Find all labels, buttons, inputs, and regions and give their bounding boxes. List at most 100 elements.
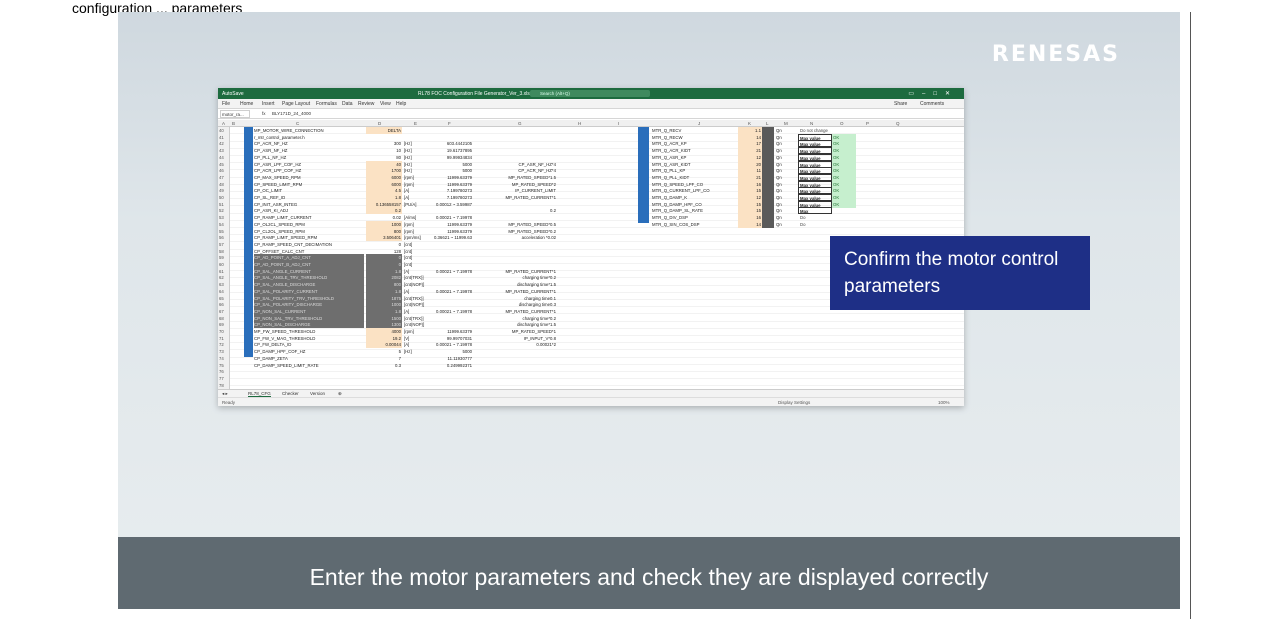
qformat-name-cell[interactable]: MTR_Q_CURRENT_LPF_CO (652, 188, 710, 193)
macro-cell[interactable]: CP_CL2OL_SPEED_RPM (254, 229, 305, 234)
unit-cell[interactable]: [cnt] (404, 262, 412, 267)
note-cell[interactable]: 0.00021 ~ 7.19978 (426, 309, 472, 314)
formula-note-cell[interactable]: MP_RATED_SPEED*0.5 (476, 222, 556, 227)
macro-cell[interactable]: CP_DAMP_SPEED_LIMIT_RATE (254, 363, 319, 368)
column-header[interactable]: P (866, 121, 869, 126)
formula-note-cell[interactable]: MP_RATED_CURRENT*1 (476, 269, 556, 274)
macro-cell[interactable]: r_mtr_control_parameter.h (254, 135, 305, 140)
formula-note-cell[interactable]: MP_RATED_CURRENT*1 (476, 195, 556, 200)
unit-cell[interactable]: [A] (404, 195, 409, 200)
function-icon[interactable]: fx (262, 111, 266, 116)
unit-cell[interactable]: [rpm] (404, 229, 414, 234)
unit-cell[interactable]: [Hz] (404, 148, 412, 153)
column-header[interactable]: A (222, 121, 225, 126)
qformat-name-cell[interactable]: MTR_Q_DAMP_HPF_CO (652, 202, 702, 207)
tab-formulas[interactable]: Formulas (316, 101, 337, 107)
note-cell[interactable]: 5000 (426, 168, 472, 173)
qformat-value-cell[interactable]: 14 (738, 220, 762, 228)
column-header[interactable]: M (784, 121, 788, 126)
formula-note-cell[interactable]: charging time*0.2 (476, 275, 556, 280)
unit-cell[interactable]: [cnt] (404, 249, 412, 254)
unit-cell[interactable]: [cnt(TRX)] (404, 275, 424, 280)
macro-cell[interactable]: CP_DAMP_ZETA (254, 356, 288, 361)
macro-cell[interactable]: CP_FW_V_MAG_THRESHOLD (254, 336, 315, 341)
qformat-name-cell[interactable]: MTR_Q_PLL_KP (652, 168, 685, 173)
macro-cell[interactable]: CP_OC_LIMIT (254, 188, 282, 193)
unit-cell[interactable]: [rpm] (404, 175, 414, 180)
tab-file[interactable]: File (222, 101, 230, 107)
unit-cell[interactable]: [rpm/ms] (404, 235, 421, 240)
formula-note-cell[interactable]: discharging time0.3 (476, 302, 556, 307)
column-header[interactable]: C (296, 121, 299, 126)
unit-cell[interactable]: [cnt(NOP)] (404, 322, 424, 327)
macro-cell[interactable]: CP_SL_REF_ID (254, 195, 285, 200)
qformat-name-cell[interactable]: MTR_Q_SPEED_LPF_CO (652, 182, 703, 187)
column-header[interactable]: O (840, 121, 844, 126)
unit-cell[interactable]: [Hz] (404, 155, 412, 160)
macro-cell[interactable]: CP_PLL_NF_HZ (254, 155, 286, 160)
note-cell[interactable]: 0.00021 ~ 7.19978 (426, 215, 472, 220)
qformat-name-cell[interactable]: MTR_Q_SIN_COS_DSP (652, 222, 700, 227)
macro-cell[interactable]: CP_OL2CL_SPEED_RPM (254, 222, 305, 227)
sheet-tab-version[interactable]: Version (310, 391, 325, 396)
column-header[interactable]: D (378, 121, 381, 126)
macro-cell[interactable]: CP_ASR_NF_HZ (254, 148, 287, 153)
macro-cell[interactable]: CP_ASR_LPF_COF_HZ (254, 162, 301, 167)
column-header[interactable]: I (618, 121, 619, 126)
note-cell[interactable]: 0.00021 ~ 7.19978 (426, 342, 472, 347)
note-cell[interactable]: 99.99934834 (426, 155, 472, 160)
tab-data[interactable]: Data (342, 101, 353, 107)
autosave-toggle[interactable]: AutoSave (222, 91, 244, 97)
note-cell[interactable]: 0.00021 ~ 7.19978 (426, 289, 472, 294)
unit-cell[interactable]: [A] (404, 269, 409, 274)
macro-cell[interactable]: CP_RAMP_LIMIT_CURRENT (254, 215, 312, 220)
unit-cell[interactable]: [Hz] (404, 168, 412, 173)
unit-cell[interactable]: [PU/A] (404, 202, 416, 207)
note-cell[interactable]: 11.11930777 (426, 356, 472, 361)
share-button[interactable]: Share (894, 101, 907, 107)
note-cell[interactable]: 7.199780273 (426, 188, 472, 193)
tab-home[interactable]: Home (240, 101, 253, 107)
formula-note-cell[interactable]: charging time*0.2 (476, 316, 556, 321)
unit-cell[interactable]: [cnt(NOP)] (404, 282, 424, 287)
note-cell[interactable]: 11999.63379 (426, 222, 472, 227)
column-header[interactable]: H (578, 121, 581, 126)
formula-note-cell[interactable]: MP_RATED_CURRENT*1 (476, 309, 556, 314)
column-header[interactable]: L (766, 121, 769, 126)
formula-input[interactable]: BLY171D_24_4000 (272, 111, 311, 116)
note-cell[interactable]: 19.61737895 (426, 148, 472, 153)
qformat-name-cell[interactable]: MTR_Q_ACR_KP (652, 141, 687, 146)
formula-note-cell[interactable]: MP_RATED_SPEED*1 (476, 329, 556, 334)
note-cell[interactable]: 0.00021 ~ 7.19978 (426, 269, 472, 274)
macro-cell[interactable]: CP_DAMP_HPF_COF_HZ (254, 349, 305, 354)
macro-cell[interactable]: CP_OFFSET_CALC_CNT (254, 249, 304, 254)
macro-cell[interactable]: CP_ASR_KI_ADJ (254, 208, 288, 213)
macro-cell[interactable]: CP_ACR_LPF_COF_HZ (254, 168, 301, 173)
tab-review[interactable]: Review (358, 101, 374, 107)
display-settings[interactable]: Display Settings (778, 400, 810, 405)
note-cell[interactable]: 5000 (426, 162, 472, 167)
macro-cell[interactable]: CP_SPEED_LIMIT_RPM (254, 182, 302, 187)
note-cell[interactable]: 99.99707031 (426, 336, 472, 341)
formula-note-cell[interactable]: CP_ACR_NF_HZ*4 (476, 168, 556, 173)
macro-cell[interactable]: CP_ACR_NF_HZ (254, 141, 288, 146)
tab-help[interactable]: Help (396, 101, 406, 107)
note-cell[interactable]: 11999.63379 (426, 182, 472, 187)
formula-note-cell[interactable]: MP_RATED_SPEED*2 (476, 182, 556, 187)
qformat-name-cell[interactable]: MTR_Q_ASR_KIDT (652, 162, 690, 167)
unit-cell[interactable]: [cnt(TRX)] (404, 316, 424, 321)
unit-cell[interactable]: [A] (404, 342, 409, 347)
tab-view[interactable]: View (380, 101, 391, 107)
column-header[interactable]: E (414, 121, 417, 126)
sheet-tab-checker[interactable]: Checker (282, 391, 299, 396)
unit-cell[interactable]: [V] (404, 336, 409, 341)
formula-note-cell[interactable]: discharging time*1.5 (476, 322, 556, 327)
note-cell[interactable]: 0.36621 ~ 11999.63 (426, 235, 472, 240)
column-header[interactable]: K (748, 121, 751, 126)
column-header[interactable]: G (518, 121, 522, 126)
unit-cell[interactable]: [cnt(TRX)] (404, 296, 424, 301)
column-header[interactable]: N (810, 121, 813, 126)
note-cell[interactable]: 11999.63379 (426, 329, 472, 334)
macro-cell[interactable]: MP_MOTOR_WIRE_CONNECTION (254, 128, 324, 133)
unit-cell[interactable]: [A] (404, 188, 409, 193)
